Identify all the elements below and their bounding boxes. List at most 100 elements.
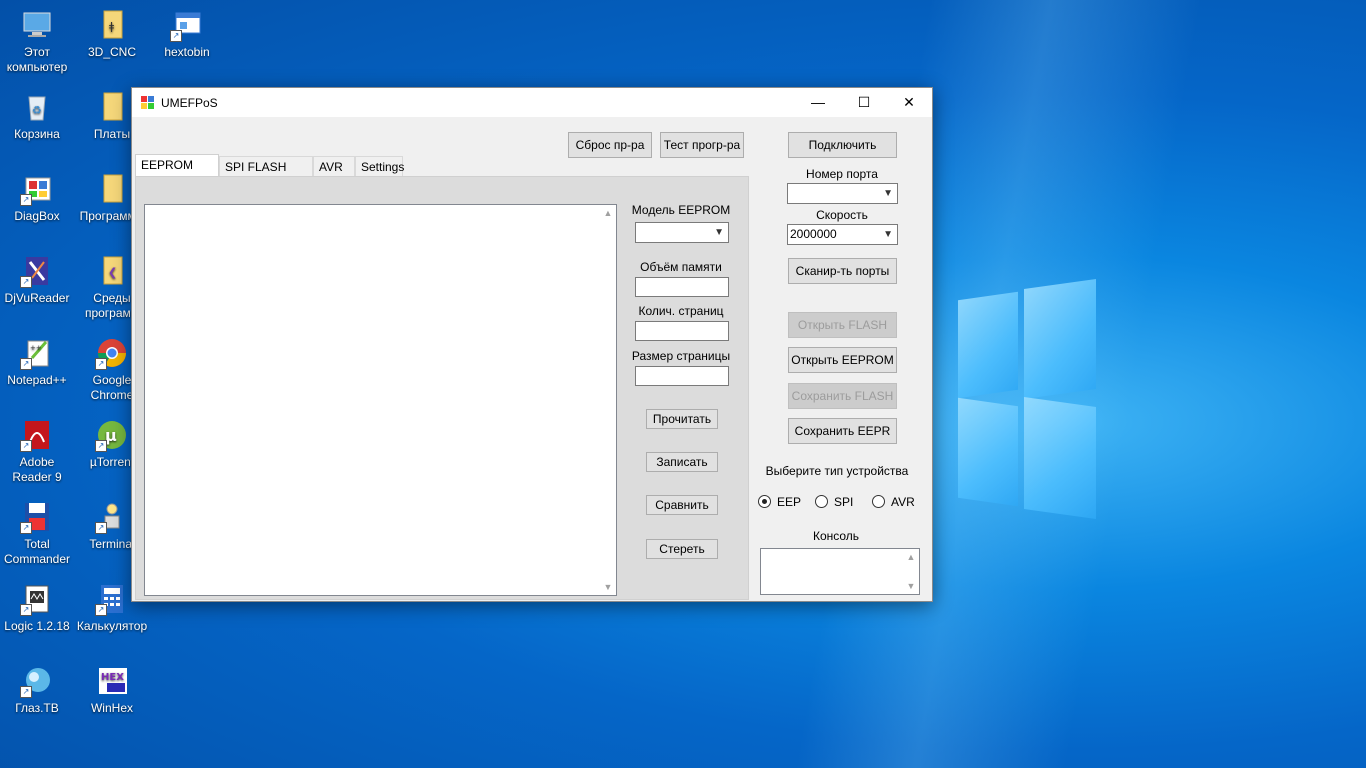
winhex-icon: HEX bbox=[95, 664, 129, 698]
folder-icon: ǂ bbox=[95, 8, 129, 42]
shortcut-arrow-icon: ↗ bbox=[20, 194, 32, 206]
radio-eep[interactable]: EEP bbox=[758, 494, 801, 510]
port-number-select[interactable]: ▼ bbox=[787, 183, 898, 204]
floppy-icon: ↗ bbox=[20, 500, 54, 534]
write-button[interactable]: Записать bbox=[646, 452, 718, 472]
terminal-icon: ↗ bbox=[95, 500, 129, 534]
scroll-down-icon[interactable]: ▼ bbox=[903, 578, 919, 594]
app-window-icon: ↗ bbox=[170, 8, 204, 42]
folder-icon: ❮ bbox=[95, 254, 129, 288]
window-title: UMEFPoS bbox=[161, 96, 218, 110]
chevron-down-icon: ▼ bbox=[883, 188, 893, 199]
desktop-icon-winhex[interactable]: HEX WinHex bbox=[75, 664, 149, 716]
eeprom-model-select[interactable]: ▼ bbox=[635, 222, 729, 243]
scan-ports-button[interactable]: Сканир-ть порты bbox=[788, 258, 897, 284]
shortcut-arrow-icon: ↗ bbox=[20, 604, 32, 616]
radio-unchecked-icon bbox=[815, 495, 828, 508]
shortcut-arrow-icon: ↗ bbox=[170, 30, 182, 42]
eeprom-model-label: Модель EEPROM bbox=[631, 203, 731, 217]
device-type-label: Выберите тип устройства bbox=[765, 464, 909, 478]
memory-size-label: Объём памяти bbox=[640, 260, 722, 274]
speed-label: Скорость bbox=[816, 208, 868, 222]
vertical-scrollbar[interactable]: ▲ ▼ bbox=[600, 205, 616, 595]
app-window: UMEFPoS — ☐ ✕ Сброс пр-ра Тест прогр-ра … bbox=[131, 87, 933, 602]
radio-unchecked-icon bbox=[872, 495, 885, 508]
read-button[interactable]: Прочитать bbox=[646, 409, 718, 429]
djvureader-icon: ↗ bbox=[20, 254, 54, 288]
chevron-down-icon: ▼ bbox=[883, 229, 893, 240]
close-button[interactable]: ✕ bbox=[886, 88, 932, 117]
open-eeprom-button[interactable]: Открыть EEPROM bbox=[788, 347, 897, 373]
scroll-down-icon[interactable]: ▼ bbox=[600, 579, 616, 595]
desktop-icon-3d-cnc[interactable]: ǂ 3D_CNC bbox=[75, 8, 149, 60]
tab-settings[interactable]: Settings bbox=[355, 156, 404, 176]
adobe-reader-icon: ↗ bbox=[20, 418, 54, 452]
diagbox-icon: ↗ bbox=[20, 172, 54, 206]
memory-size-field[interactable] bbox=[635, 277, 729, 297]
console-output[interactable]: ▲ ▼ bbox=[760, 548, 920, 595]
maximize-button[interactable]: ☐ bbox=[841, 88, 887, 117]
radio-avr[interactable]: AVR bbox=[872, 494, 915, 510]
shortcut-arrow-icon: ↗ bbox=[95, 522, 107, 534]
data-textarea[interactable]: ▲ ▼ bbox=[144, 204, 617, 596]
page-count-field[interactable] bbox=[635, 321, 729, 341]
desktop-icon-this-pc[interactable]: Этот компьютер bbox=[0, 8, 74, 75]
chrome-icon: ↗ bbox=[95, 336, 129, 370]
shortcut-arrow-icon: ↗ bbox=[95, 440, 107, 452]
tab-avr[interactable]: AVR bbox=[313, 156, 355, 176]
desktop-icon-notepadpp[interactable]: ++ ↗ Notepad++ bbox=[0, 336, 74, 388]
compare-button[interactable]: Сравнить bbox=[646, 495, 718, 515]
open-flash-button: Открыть FLASH bbox=[788, 312, 897, 338]
desktop-icon-djvureader[interactable]: ↗ DjVuReader bbox=[0, 254, 74, 306]
desktop-icon-diagbox[interactable]: ↗ DiagBox bbox=[0, 172, 74, 224]
utorrent-icon: µ ↗ bbox=[95, 418, 129, 452]
console-scrollbar[interactable]: ▲ ▼ bbox=[903, 549, 919, 594]
scroll-up-icon[interactable]: ▲ bbox=[600, 205, 616, 221]
save-eepr-button[interactable]: Сохранить EEPR bbox=[788, 418, 897, 444]
notepadpp-icon: ++ ↗ bbox=[20, 336, 54, 370]
shortcut-arrow-icon: ↗ bbox=[20, 522, 32, 534]
shortcut-arrow-icon: ↗ bbox=[20, 358, 32, 370]
page-size-field[interactable] bbox=[635, 366, 729, 386]
windows-logo bbox=[930, 270, 1100, 530]
desktop-icon-recycle-bin[interactable]: ♻ Корзина bbox=[0, 90, 74, 142]
page-count-label: Колич. страниц bbox=[638, 304, 724, 318]
recycle-bin-icon: ♻ bbox=[20, 90, 54, 124]
svg-text:ǂ: ǂ bbox=[109, 20, 114, 33]
radio-checked-icon bbox=[758, 495, 771, 508]
reset-programmer-button[interactable]: Сброс пр-ра bbox=[568, 132, 652, 158]
save-flash-button: Сохранить FLASH bbox=[788, 383, 897, 409]
title-bar[interactable]: UMEFPoS — ☐ ✕ bbox=[132, 88, 932, 117]
desktop-icon-adobe-reader[interactable]: ↗ Adobe Reader 9 bbox=[0, 418, 74, 485]
shortcut-arrow-icon: ↗ bbox=[95, 358, 107, 370]
shortcut-arrow-icon: ↗ bbox=[20, 276, 32, 288]
shortcut-arrow-icon: ↗ bbox=[95, 604, 107, 616]
speed-select[interactable]: 2000000 ▼ bbox=[787, 224, 898, 245]
glaz-tv-icon: ↗ bbox=[20, 664, 54, 698]
minimize-button[interactable]: — bbox=[795, 88, 841, 117]
connect-button[interactable]: Подключить bbox=[788, 132, 897, 158]
tab-spi-flash-25xx[interactable]: SPI FLASH 25XX bbox=[219, 156, 313, 194]
svg-text:++: ++ bbox=[30, 344, 42, 352]
test-programmer-button[interactable]: Тест прогр-ра bbox=[660, 132, 744, 158]
tab-eeprom-24xx[interactable]: EEPROM 24xx bbox=[135, 154, 219, 192]
svg-text:❮: ❮ bbox=[108, 266, 117, 279]
page-size-label: Размер страницы bbox=[631, 349, 731, 363]
console-label: Консоль bbox=[812, 529, 860, 543]
erase-button[interactable]: Стереть bbox=[646, 539, 718, 559]
scroll-up-icon[interactable]: ▲ bbox=[903, 549, 919, 565]
folder-icon bbox=[95, 172, 129, 206]
radio-spi[interactable]: SPI bbox=[815, 494, 853, 510]
logic-analyzer-icon: ↗ bbox=[20, 582, 54, 616]
shortcut-arrow-icon: ↗ bbox=[20, 440, 32, 452]
app-icon bbox=[141, 96, 154, 109]
folder-icon bbox=[95, 90, 129, 124]
desktop-icon-logic[interactable]: ↗ Logic 1.2.18 bbox=[0, 582, 74, 634]
desktop-icon-hextobin[interactable]: ↗ hextobin bbox=[150, 8, 224, 60]
desktop-icon-glaz-tv[interactable]: ↗ Глаз.ТВ bbox=[0, 664, 74, 716]
chevron-down-icon: ▼ bbox=[714, 227, 724, 238]
shortcut-arrow-icon: ↗ bbox=[20, 686, 32, 698]
svg-text:♻: ♻ bbox=[32, 104, 42, 117]
speed-value: 2000000 bbox=[790, 227, 837, 241]
desktop-icon-total-commander[interactable]: ↗ Total Commander bbox=[0, 500, 74, 567]
